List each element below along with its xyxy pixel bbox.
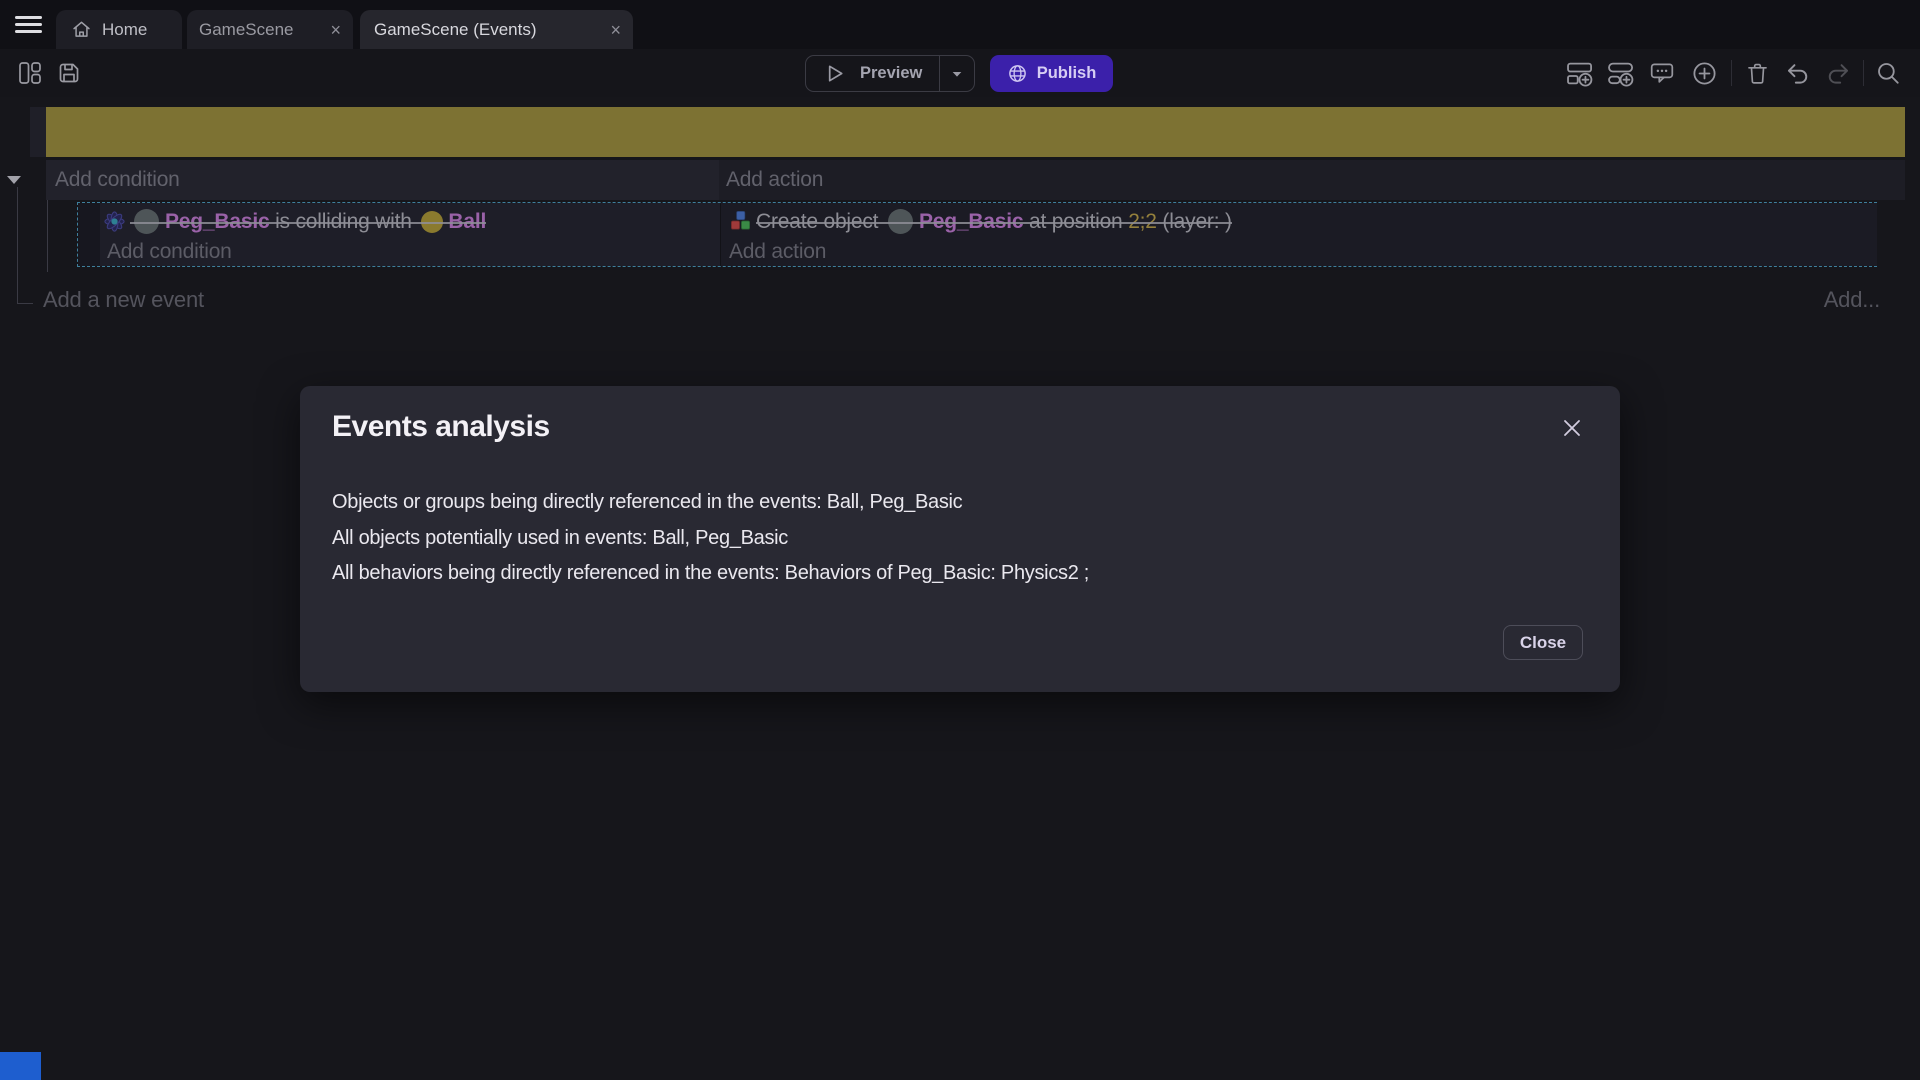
dialog-close-button[interactable]	[1558, 414, 1586, 442]
dialog-body: Objects or groups being directly referen…	[332, 485, 1089, 592]
close-button[interactable]: Close	[1503, 625, 1583, 660]
gdevelop-editor: Home GameScene × GameScene (Events) ×	[0, 0, 1920, 1080]
analysis-line: Objects or groups being directly referen…	[332, 485, 1089, 521]
dialog-title: Events analysis	[332, 410, 550, 444]
window-corner-fragment	[0, 1052, 41, 1080]
events-analysis-dialog: Events analysis Objects or groups being …	[300, 386, 1620, 692]
analysis-line: All objects potentially used in events: …	[332, 521, 1089, 557]
analysis-line: All behaviors being directly referenced …	[332, 556, 1089, 592]
close-icon	[1560, 416, 1584, 440]
